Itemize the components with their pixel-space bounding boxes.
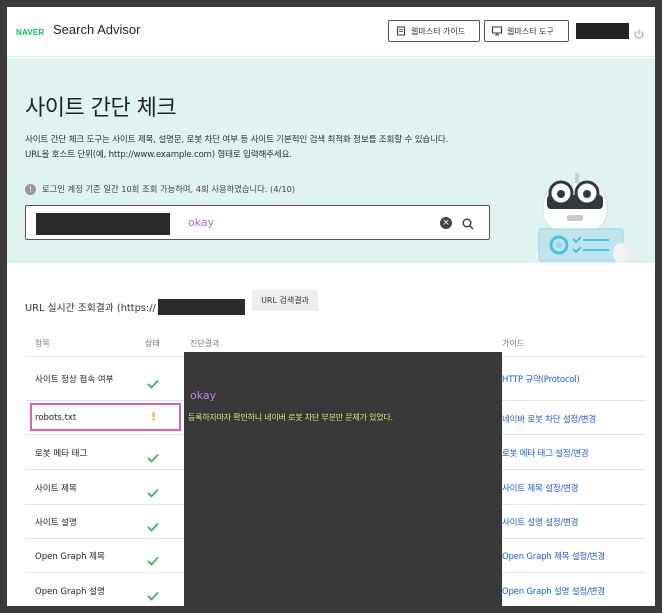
user-account-redacted[interactable]: [576, 23, 629, 39]
row-label-og-title: Open Graph 제목: [35, 552, 105, 562]
guide-link-robot-meta[interactable]: 로봇 메타 태그 설정/변경: [502, 447, 589, 459]
row-divider: [502, 400, 645, 401]
diagnosis-panel: okay 등록하자마자 확인하니 네이버 로봇 차단 부분만 문제가 있었다.: [184, 352, 502, 606]
monitor-icon: [492, 26, 502, 36]
robot-illustration: [517, 143, 637, 263]
usage-notice: ! 로그인 계정 기준 일간 10회 조회 가능하며, 4회 사용하였습니다. …: [25, 183, 295, 195]
row-divider: [25, 400, 184, 401]
check-icon: [147, 551, 159, 566]
top-header: NAVER Search Advisor 웹마스터 가이드 웹마스터 도구: [7, 7, 655, 57]
check-icon: [147, 374, 159, 389]
check-icon: [147, 483, 159, 498]
row-divider: [502, 434, 645, 435]
webmaster-tools-button[interactable]: 웹마스터 도구: [484, 20, 569, 42]
header-diagnosis: 진단결과: [190, 339, 220, 348]
hero-section: 사이트 간단 체크 사이트 간단 체크 도구는 사이트 제목, 설명문, 로봇 …: [7, 58, 655, 263]
guide-link-http[interactable]: HTTP 규약(Protocol): [502, 373, 580, 385]
usage-notice-text: 로그인 계정 기준 일간 10회 조회 가능하며, 4회 사용하였습니다. (4…: [42, 184, 296, 194]
url-search-results-button[interactable]: URL 검색결과: [252, 290, 318, 311]
results-title: URL 실시간 조회결과 (https://: [25, 299, 245, 315]
info-icon: !: [25, 183, 36, 195]
guide-link-robots[interactable]: 네이버 로봇 차단 설정/변경: [502, 413, 596, 425]
check-icon: [147, 517, 159, 532]
clear-icon[interactable]: ×: [440, 217, 452, 229]
check-icon: [147, 448, 159, 463]
check-icon: [147, 586, 159, 601]
row-label-og-description: Open Graph 설명: [35, 587, 105, 597]
guide-link-og-description[interactable]: Open Graph 설명 설정/변경: [502, 585, 605, 597]
book-icon: [396, 26, 406, 36]
brand-title[interactable]: Search Advisor: [53, 22, 140, 37]
row-label-site-title: 사이트 제목: [35, 484, 77, 494]
diagnosis-okay-note: okay: [190, 389, 217, 402]
page-description: 사이트 간단 체크 도구는 사이트 제목, 설명문, 로봇 차단 여부 등 사이…: [25, 133, 448, 163]
row-divider: [502, 504, 645, 505]
search-icon[interactable]: [461, 216, 475, 230]
row-label-site-access: 사이트 정상 접속 여부: [35, 375, 114, 385]
header-status: 상태: [145, 339, 160, 348]
row-divider: [502, 469, 645, 470]
row-divider: [25, 469, 184, 470]
url-input[interactable]: [176, 210, 416, 234]
diagnosis-message: 등록하자마자 확인하니 네이버 로봇 차단 부분만 문제가 있었다.: [188, 413, 393, 422]
webmaster-tools-label: 웹마스터 도구: [507, 26, 554, 36]
description-line-2: URL을 호스트 단위(예, http://www.example.com) 형…: [25, 150, 292, 160]
row-divider: [25, 504, 184, 505]
url-search-box: ×: [25, 205, 490, 240]
page-title: 사이트 간단 체크: [25, 96, 177, 121]
header-item: 항목: [35, 339, 50, 348]
row-divider: [502, 572, 645, 573]
header-guide: 가이드: [502, 339, 525, 348]
row-divider: [25, 538, 184, 539]
url-redacted: [36, 213, 170, 235]
power-icon[interactable]: [633, 25, 645, 39]
webmaster-guide-label: 웹마스터 가이드: [411, 26, 466, 36]
guide-link-site-description[interactable]: 사이트 설명 설정/변경: [502, 516, 578, 528]
row-divider: [25, 572, 184, 573]
guide-link-site-title[interactable]: 사이트 제목 설정/변경: [502, 482, 578, 494]
row-label-site-description: 사이트 설명: [35, 518, 77, 528]
row-divider: [502, 538, 645, 539]
row-label-robot-meta: 로봇 메타 태그: [35, 449, 88, 459]
guide-link-og-title[interactable]: Open Graph 제목 설정/변경: [502, 550, 605, 562]
results-url-redacted: [157, 299, 245, 315]
description-line-1: 사이트 간단 체크 도구는 사이트 제목, 설명문, 로봇 차단 여부 등 사이…: [25, 135, 449, 145]
results-title-text: URL 실시간 조회결과 (https://: [25, 303, 156, 314]
naver-logo[interactable]: NAVER: [16, 28, 44, 37]
webmaster-guide-button[interactable]: 웹마스터 가이드: [388, 20, 480, 42]
browser-page: NAVER Search Advisor 웹마스터 가이드 웹마스터 도구 사이…: [7, 7, 655, 606]
robots-highlight-box: [30, 403, 181, 431]
row-divider: [25, 434, 184, 435]
